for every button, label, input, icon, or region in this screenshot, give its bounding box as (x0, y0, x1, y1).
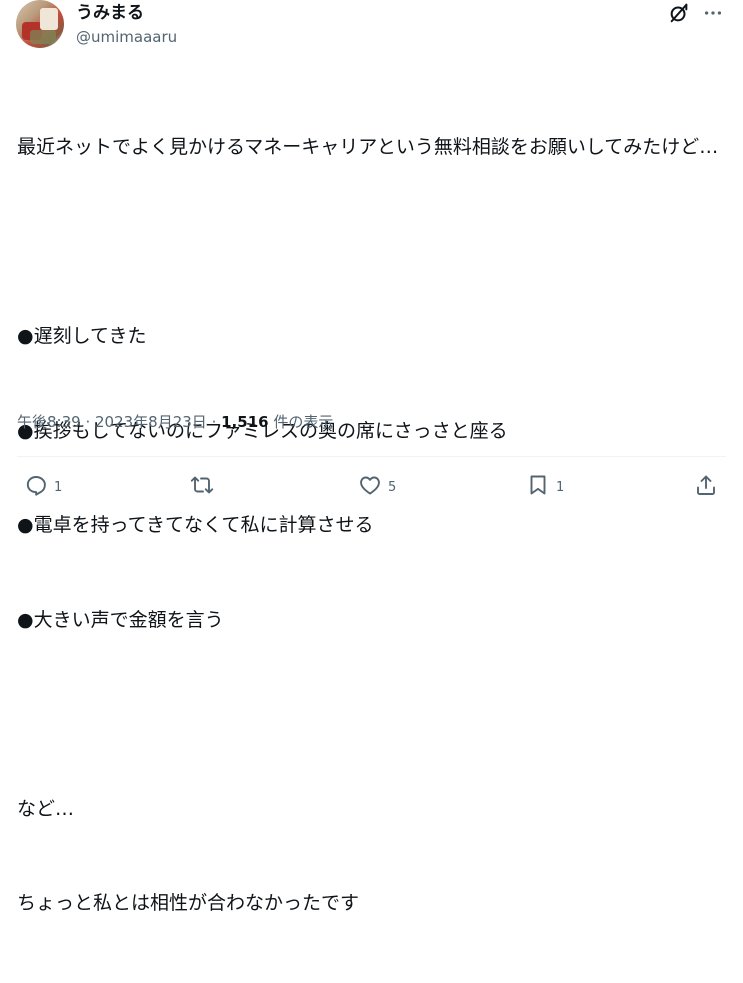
heart-icon (358, 473, 382, 501)
tweet-meta: 午後8:39 · 2023年8月23日 · 1,516 件の表示 (17, 412, 333, 432)
tweet-line: ちょっと私とは相性が合わなかったです (17, 892, 360, 914)
tweet-line: ●大きい声で金額を言う (17, 608, 224, 631)
avatar[interactable] (16, 0, 64, 48)
views-label[interactable]: 件の表示 (269, 413, 333, 431)
repost-icon (190, 473, 214, 501)
tweet-line: など… (17, 797, 75, 820)
meta-separator: · (206, 413, 222, 431)
bookmark-icon (526, 473, 550, 501)
more-icon[interactable] (702, 2, 724, 24)
tweet-line: ​ (17, 227, 729, 259)
tweet-date[interactable]: 2023年8月23日 (95, 413, 207, 431)
views-count[interactable]: 1,516 (221, 413, 268, 431)
bookmark-button[interactable]: 1 (526, 470, 564, 504)
reply-count: 1 (54, 479, 63, 495)
tweet-line: ●遅刻してきた (17, 325, 147, 347)
tweet-text: 最近ネットでよく見かけるマネーキャリアという無料相談をお願いしてみたけど… ​ … (17, 69, 729, 983)
handle[interactable]: @umimaaaru (76, 27, 177, 47)
action-bar: 1 5 1 (0, 470, 743, 504)
share-button[interactable] (694, 470, 718, 504)
like-button[interactable]: 5 (358, 470, 396, 504)
reply-icon (24, 473, 48, 501)
meta-separator: · (80, 413, 95, 431)
tweet-line: ●電卓を持ってきてなくて私に計算させる (17, 514, 374, 536)
tweet-line: 最近ネットでよく見かけるマネーキャリアという無料相談をお願いしてみたけど… (17, 136, 719, 158)
tweet-line: ​ (17, 699, 729, 731)
reply-button[interactable]: 1 (24, 470, 62, 504)
tweet-time[interactable]: 午後8:39 (17, 413, 81, 431)
tweet: うみまる @umimaaaru 最近ネットでよく見かけるマネーキャリアという無料… (0, 0, 743, 914)
grok-icon[interactable] (668, 2, 690, 24)
share-icon (694, 473, 718, 501)
repost-button[interactable] (190, 470, 220, 504)
divider (17, 456, 726, 457)
display-name[interactable]: うみまる (76, 2, 144, 24)
like-count: 5 (388, 479, 397, 495)
bookmark-count: 1 (556, 479, 565, 495)
